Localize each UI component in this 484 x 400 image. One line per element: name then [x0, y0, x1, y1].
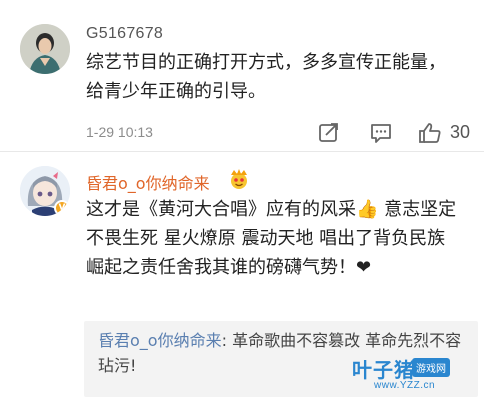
watermark-logo: 叶子猪 — [352, 358, 415, 382]
comment-icon[interactable] — [370, 122, 394, 144]
watermark-tag: 游戏网 — [412, 358, 450, 377]
watermark: 叶子猪 游戏网 www.YZZ.cn — [352, 354, 470, 394]
vip-badge-icon: V — [54, 200, 70, 216]
watermark-url: www.YZZ.cn — [374, 380, 436, 391]
reply-separator: : — [221, 331, 233, 350]
crown-emoji-icon — [228, 168, 250, 190]
reply-username[interactable]: 昏君o_o你纳命来 — [98, 331, 222, 350]
comment-username[interactable]: G5167678 — [86, 25, 163, 43]
avatar-image — [20, 24, 70, 74]
avatar[interactable]: V — [20, 166, 70, 216]
comment-item: G5167678 综艺节目的正确打开方式，多多宣传正能量，给青少年正确的引导。 … — [0, 0, 484, 152]
comment-text: 综艺节目的正确打开方式，多多宣传正能量，给青少年正确的引导。 — [86, 52, 446, 102]
avatar[interactable] — [20, 24, 70, 74]
comment-meta: 1-29 10:13 30 — [86, 122, 476, 146]
like-icon[interactable] — [418, 122, 442, 144]
comment-text: 这才是《黄河大合唱》应有的风采👍 意志坚定 不畏生死 星火燎原 震动天地 唱出了… — [86, 199, 457, 278]
like-count: 30 — [450, 122, 471, 142]
comment-username[interactable]: 昏君o_o你纳命来 — [86, 170, 210, 194]
comment-time: 1-29 10:13 — [86, 124, 153, 140]
repost-icon[interactable] — [318, 122, 342, 144]
